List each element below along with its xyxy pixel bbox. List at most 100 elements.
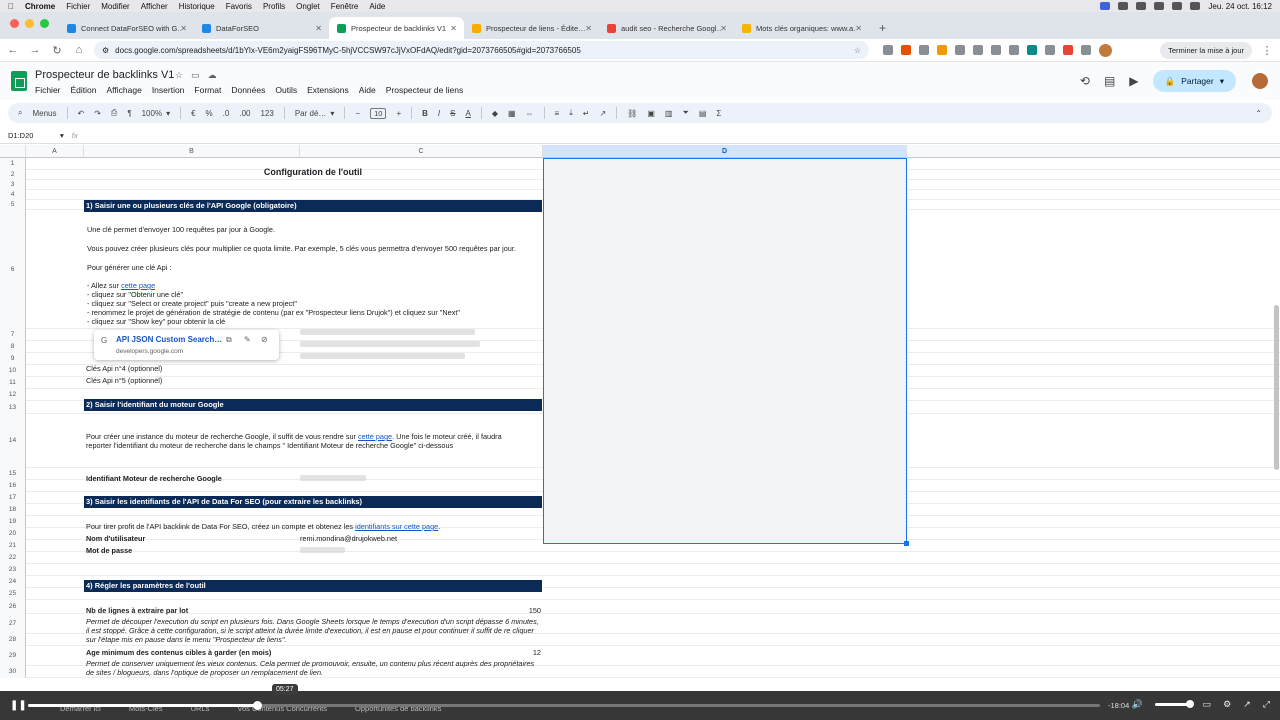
extension-icon[interactable]: [1009, 45, 1019, 55]
row-header[interactable]: 25: [0, 588, 26, 600]
row-header[interactable]: 29: [0, 646, 26, 666]
row-header[interactable]: 18: [0, 504, 26, 516]
comment-icon[interactable]: ▤: [1104, 74, 1115, 88]
status-app-icon[interactable]: [1100, 2, 1111, 10]
currency-format-button[interactable]: €: [191, 109, 195, 118]
menu-modifier[interactable]: Modifier: [101, 2, 129, 11]
pause-icon[interactable]: ❚❚: [10, 700, 27, 711]
link-preview-title[interactable]: API JSON Custom Search…: [116, 335, 222, 344]
extension-icon[interactable]: [937, 45, 947, 55]
merge-cells-icon[interactable]: ⇔: [526, 109, 534, 118]
unlink-icon[interactable]: ⊘: [261, 335, 268, 344]
minimize-window-button[interactable]: [25, 19, 34, 28]
decrease-decimal-button[interactable]: .0: [223, 109, 230, 118]
insert-comment-icon[interactable]: ▣: [647, 109, 655, 118]
menu-item-donnees[interactable]: Données: [231, 85, 265, 95]
horizontal-align-icon[interactable]: ≡: [555, 109, 560, 118]
more-vert-icon[interactable]: ⋮: [1260, 44, 1274, 57]
paint-format-icon[interactable]: ¶: [127, 109, 131, 118]
puzzle-icon[interactable]: [1081, 45, 1091, 55]
close-icon[interactable]: ✕: [450, 24, 457, 33]
row-header[interactable]: 20: [0, 528, 26, 540]
menu-onglet[interactable]: Onglet: [296, 2, 320, 11]
video-progress-bar[interactable]: [28, 701, 1100, 710]
settings-gear-icon[interactable]: ⚙: [1223, 699, 1231, 710]
cloud-status-icon[interactable]: ☁: [208, 70, 217, 81]
fullscreen-icon[interactable]: ⤢: [1263, 699, 1270, 710]
row-header[interactable]: 30: [0, 666, 26, 678]
font-size-decrease-icon[interactable]: −: [355, 109, 360, 118]
search-icon[interactable]: [1190, 2, 1201, 10]
row-header[interactable]: 5: [0, 200, 26, 210]
vertical-align-icon[interactable]: ⤓: [569, 108, 573, 118]
menu-item-format[interactable]: Format: [194, 85, 221, 95]
column-header-c[interactable]: C: [300, 145, 543, 158]
extension-icon[interactable]: [1063, 45, 1073, 55]
menu-historique[interactable]: Historique: [179, 2, 215, 11]
text-color-icon[interactable]: A: [465, 109, 470, 118]
row-header[interactable]: 22: [0, 552, 26, 564]
url-text[interactable]: docs.google.com/spreadsheets/d/1bYlx-VE6…: [115, 46, 581, 55]
row-header[interactable]: 21: [0, 540, 26, 552]
username-value[interactable]: remi.mondina@drujokweb.net: [300, 534, 397, 543]
menu-item-edition[interactable]: Édition: [71, 85, 97, 95]
extension-icon[interactable]: [991, 45, 1001, 55]
menu-afficher[interactable]: Afficher: [141, 2, 168, 11]
percent-format-button[interactable]: %: [206, 109, 213, 118]
battery-icon[interactable]: [1172, 2, 1183, 10]
row-header[interactable]: 10: [0, 365, 26, 377]
close-window-button[interactable]: [10, 19, 19, 28]
extension-icon[interactable]: [901, 45, 911, 55]
extension-icon[interactable]: [973, 45, 983, 55]
strikethrough-icon[interactable]: S: [450, 109, 455, 118]
volume-icon[interactable]: 🔊: [1131, 699, 1142, 710]
fill-handle[interactable]: [904, 541, 909, 546]
sheets-logo-icon[interactable]: [11, 71, 27, 91]
search-icon[interactable]: ⌕: [18, 108, 22, 118]
extension-icon[interactable]: [955, 45, 965, 55]
row-header[interactable]: 12: [0, 389, 26, 401]
insert-chart-icon[interactable]: ▥: [665, 109, 673, 118]
menu-favoris[interactable]: Favoris: [226, 2, 252, 11]
row-header[interactable]: 14: [0, 414, 26, 468]
extension-icon[interactable]: [883, 45, 893, 55]
collapse-toolbar-icon[interactable]: ⌃: [1255, 109, 1262, 118]
edit-pencil-icon[interactable]: ✎: [244, 335, 251, 344]
close-icon[interactable]: ✕: [855, 24, 862, 33]
url-bar[interactable]: ⚙ docs.google.com/spreadsheets/d/1bYlx-V…: [94, 41, 869, 59]
functions-icon[interactable]: Σ: [716, 109, 721, 118]
forward-arrow-icon[interactable]: →: [28, 44, 42, 56]
close-icon[interactable]: ✕: [180, 24, 187, 33]
close-icon[interactable]: ✕: [720, 24, 727, 33]
column-header-b[interactable]: B: [84, 145, 300, 158]
row-header[interactable]: 1: [0, 158, 26, 170]
menu-item-extensions[interactable]: Extensions: [307, 85, 349, 95]
close-icon[interactable]: ✕: [585, 24, 592, 33]
row-header[interactable]: 16: [0, 480, 26, 492]
copy-icon[interactable]: ⧉: [226, 335, 232, 345]
min-age-value[interactable]: 12: [520, 648, 541, 657]
row-header[interactable]: 9: [0, 353, 26, 365]
extension-icon[interactable]: [1045, 45, 1055, 55]
row-header[interactable]: 26: [0, 600, 26, 614]
row-header[interactable]: 17: [0, 492, 26, 504]
document-title[interactable]: Prospecteur de backlinks V1: [35, 69, 174, 81]
menu-fenetre[interactable]: Fenêtre: [331, 2, 359, 11]
menu-item-outils[interactable]: Outils: [275, 85, 297, 95]
meet-icon[interactable]: ▶: [1129, 74, 1138, 88]
font-size-input[interactable]: 10: [370, 107, 387, 119]
menu-fichier[interactable]: Fichier: [66, 2, 90, 11]
menu-item-affichage[interactable]: Affichage: [107, 85, 142, 95]
name-box[interactable]: D1:D20: [0, 131, 60, 140]
select-all-corner[interactable]: [0, 145, 26, 158]
browser-tab[interactable]: audit seo - Recherche Googl… ✕: [599, 17, 734, 39]
status-icon[interactable]: [1136, 2, 1147, 10]
filter-icon[interactable]: ⏷: [682, 108, 688, 118]
number-format-button[interactable]: 123: [260, 109, 273, 118]
close-icon[interactable]: ✕: [315, 24, 322, 33]
popout-icon[interactable]: ↗: [1243, 699, 1251, 710]
new-tab-button[interactable]: +: [869, 21, 896, 39]
row-header[interactable]: 4: [0, 190, 26, 200]
row-header[interactable]: 11: [0, 377, 26, 389]
fill-color-icon[interactable]: ◆: [492, 109, 498, 118]
